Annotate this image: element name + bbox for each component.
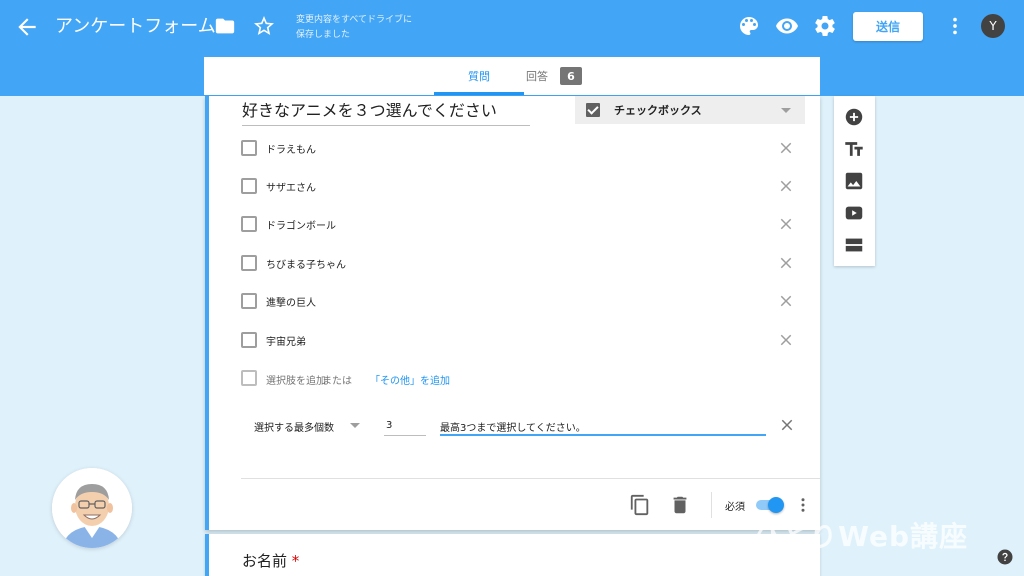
save-status-line2: 保存しました — [296, 30, 351, 40]
option-checkbox[interactable] — [241, 140, 257, 156]
remove-option-icon[interactable] — [777, 331, 795, 349]
error-message-input[interactable]: 最高3つまで選択してください。 — [440, 414, 766, 436]
option-checkbox[interactable] — [241, 178, 257, 194]
option-row[interactable]: ちびまる子ちゃん — [241, 251, 801, 275]
tabs-bar: 質問 回答 6 — [204, 57, 820, 95]
save-status: 変更内容をすべてドライブに 保存しました — [296, 13, 436, 43]
option-label[interactable]: サザエさん — [266, 179, 316, 194]
option-checkbox[interactable] — [241, 255, 257, 271]
remove-option-icon[interactable] — [777, 177, 795, 195]
max-count-input[interactable]: 3 — [384, 414, 426, 436]
question-type-label: チェックボックス — [614, 104, 702, 117]
validation-rule-select[interactable]: 選択する最多個数 — [254, 419, 334, 434]
option-row[interactable]: 宇宙兄弟 — [241, 328, 801, 352]
add-other-link[interactable]: 「その他」を追加 — [370, 372, 450, 387]
required-label: 必須 — [725, 502, 745, 513]
palette-icon[interactable] — [737, 14, 761, 38]
option-label[interactable]: 宇宙兄弟 — [266, 333, 306, 348]
mascot-illustration — [52, 468, 132, 548]
add-question-icon[interactable] — [843, 106, 865, 128]
more-vert-icon[interactable] — [794, 494, 812, 516]
toggle-knob — [768, 497, 784, 513]
avatar[interactable]: Y — [981, 14, 1005, 38]
duplicate-icon[interactable] — [629, 494, 651, 516]
option-row[interactable]: 進撃の巨人 — [241, 289, 801, 313]
title-text-icon[interactable] — [843, 138, 865, 160]
image-icon[interactable] — [843, 170, 865, 192]
add-option-row: 選択肢を追加 または 「その他」を追加 — [241, 368, 641, 388]
option-label[interactable]: ドラゴンボール — [266, 217, 336, 232]
video-icon[interactable] — [843, 202, 865, 224]
folder-icon[interactable] — [214, 15, 236, 37]
option-checkbox[interactable] — [241, 332, 257, 348]
save-status-line1: 変更内容をすべてドライブに — [296, 15, 413, 25]
toolbar-separator — [711, 492, 712, 518]
star-icon[interactable] — [252, 14, 276, 38]
caret-down-icon[interactable] — [350, 423, 360, 428]
trash-icon[interactable] — [669, 494, 691, 516]
remove-option-icon[interactable] — [777, 215, 795, 233]
option-row[interactable]: ドラえもん — [241, 136, 801, 160]
caret-down-icon — [781, 108, 791, 113]
tab-questions[interactable]: 質問 — [434, 57, 524, 95]
responses-count-badge: 6 — [560, 67, 582, 85]
remove-option-icon[interactable] — [777, 292, 795, 310]
add-option-link[interactable]: 選択肢を追加 — [266, 372, 326, 387]
option-label[interactable]: ドラえもん — [266, 141, 316, 156]
question-type-dropdown[interactable]: チェックボックス — [575, 96, 805, 124]
question-title-input[interactable]: 好きなアニメを３つ選んでください — [242, 100, 530, 126]
card-divider — [241, 478, 820, 479]
tab-responses-label: 回答 — [526, 70, 548, 83]
watermark-text: ひとりWeb講座 — [752, 520, 969, 553]
tab-responses[interactable]: 回答 6 — [514, 57, 594, 95]
gear-icon[interactable] — [813, 14, 837, 38]
form-title[interactable]: アンケートフォーム — [55, 14, 216, 40]
next-question-card[interactable]: お名前 * — [205, 534, 820, 576]
eye-icon[interactable] — [775, 14, 799, 38]
question-card[interactable]: 好きなアニメを３つ選んでください チェックボックス ドラえもん サザエさん ドラ… — [205, 96, 820, 530]
option-label[interactable]: ちびまる子ちゃん — [266, 256, 346, 271]
add-option-checkbox — [241, 370, 257, 386]
back-arrow-icon[interactable] — [14, 14, 40, 40]
required-asterisk: * — [291, 552, 300, 570]
side-toolbar — [834, 96, 875, 266]
option-row[interactable]: サザエさん — [241, 174, 801, 198]
option-row[interactable]: ドラゴンボール — [241, 212, 801, 236]
help-icon[interactable] — [996, 548, 1014, 566]
response-validation-row: 選択する最多個数 3 最高3つまで選択してください。 — [254, 414, 814, 438]
option-checkbox[interactable] — [241, 216, 257, 232]
mascot-avatar — [52, 468, 132, 548]
remove-validation-icon[interactable] — [778, 416, 796, 434]
next-question-title[interactable]: お名前 * — [242, 550, 299, 571]
section-icon[interactable] — [843, 234, 865, 256]
next-question-title-text: お名前 — [242, 552, 288, 570]
required-toggle[interactable] — [754, 497, 786, 513]
more-vert-icon[interactable] — [944, 14, 966, 38]
option-checkbox[interactable] — [241, 293, 257, 309]
remove-option-icon[interactable] — [777, 254, 795, 272]
checkbox-type-icon — [586, 103, 600, 117]
remove-option-icon[interactable] — [777, 139, 795, 157]
send-button[interactable]: 送信 — [853, 12, 923, 41]
option-label[interactable]: 進撃の巨人 — [266, 294, 316, 309]
add-or-text: または — [322, 376, 352, 387]
